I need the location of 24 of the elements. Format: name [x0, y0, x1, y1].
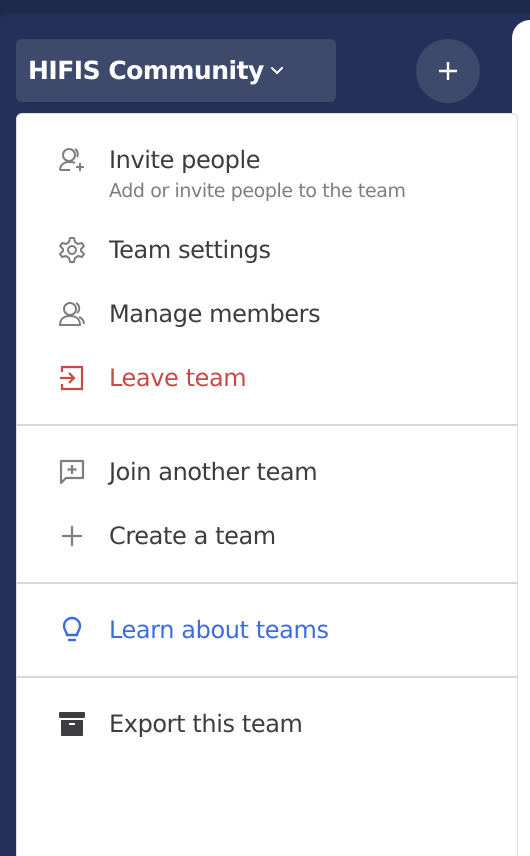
menu-item[interactable]: Leave team [17, 346, 517, 410]
menu-item[interactable]: Create a team [17, 504, 517, 568]
menu-item-label: Export this team [109, 709, 302, 740]
menu-item-label: Join another team [109, 457, 318, 488]
menu-item-label: Create a team [109, 521, 276, 552]
menu-item[interactable]: Manage members [17, 282, 517, 346]
menu-item[interactable]: Team settings [17, 218, 517, 282]
menu-item-label: Leave team [109, 363, 246, 394]
plus-icon [438, 60, 458, 80]
menu-item-description: Add or invite people to the team [109, 180, 406, 202]
menu-item[interactable]: Invite people Add or invite people to the team [17, 128, 517, 218]
menu-item[interactable]: Join another team [17, 440, 517, 504]
team-menu-button[interactable]: HIFIS Community [16, 39, 336, 102]
menu-item-label: Manage members [109, 299, 320, 330]
menu-item-label: Invite people [109, 145, 262, 176]
menu-item-label: Team settings [109, 235, 271, 266]
menu-item[interactable]: Learn about teams [17, 598, 517, 662]
menu-item[interactable]: Export this team [17, 692, 517, 756]
menu-item-label: Learn about teams [109, 615, 329, 646]
settings-icon [57, 235, 87, 265]
chat-plus-icon [57, 457, 87, 487]
archive-box-icon [57, 709, 87, 739]
users-icon [57, 299, 87, 329]
chevron-down-icon [270, 66, 284, 76]
